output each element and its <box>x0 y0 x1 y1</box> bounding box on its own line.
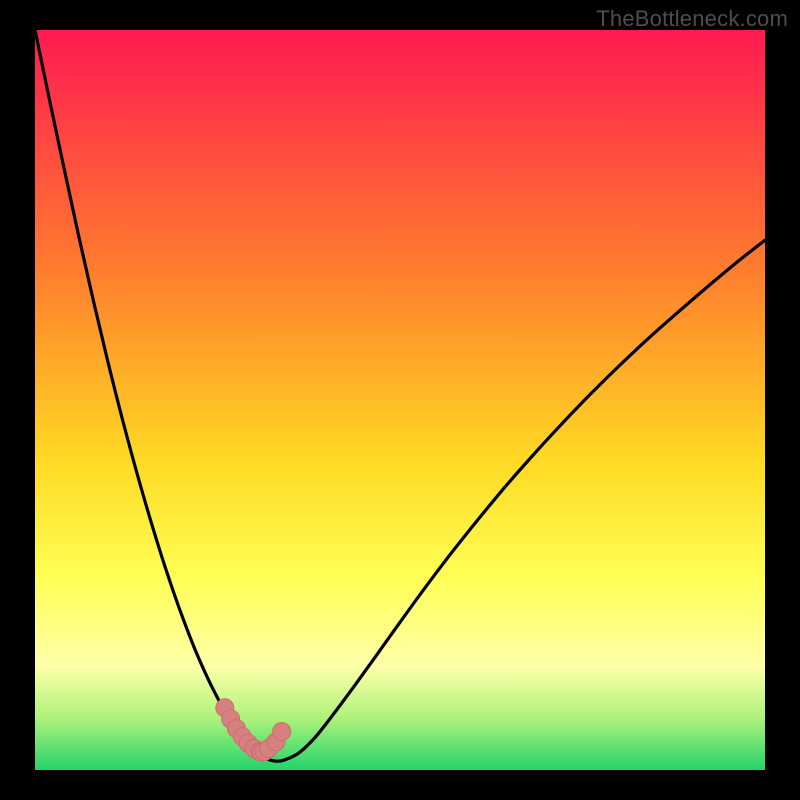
chart-container: TheBottleneck.com <box>0 0 800 800</box>
bottleneck-chart <box>35 30 765 770</box>
gradient-background <box>35 30 765 770</box>
marker-dot <box>273 723 291 741</box>
watermark-text: TheBottleneck.com <box>596 6 788 32</box>
